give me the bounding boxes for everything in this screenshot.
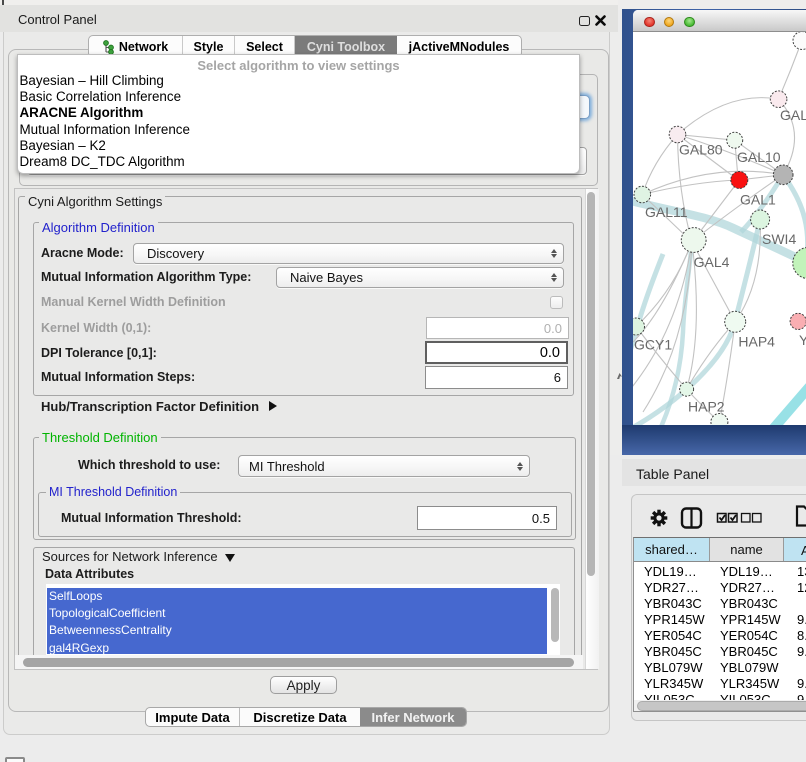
svg-text:GAL80: GAL80: [679, 142, 723, 158]
svg-text:GCY1: GCY1: [634, 337, 672, 353]
svg-text:YEL0: YEL0: [799, 332, 806, 348]
svg-text:GAL10: GAL10: [737, 149, 781, 165]
svg-text:HAP4: HAP4: [738, 334, 775, 350]
svg-text:SWI4: SWI4: [762, 231, 796, 247]
svg-text:GAL4: GAL4: [694, 254, 730, 270]
svg-text:GAL11: GAL11: [645, 204, 688, 220]
svg-text:GAL2: GAL2: [780, 107, 806, 123]
svg-text:GAL1: GAL1: [740, 192, 776, 208]
svg-text:HAP2: HAP2: [688, 399, 725, 415]
